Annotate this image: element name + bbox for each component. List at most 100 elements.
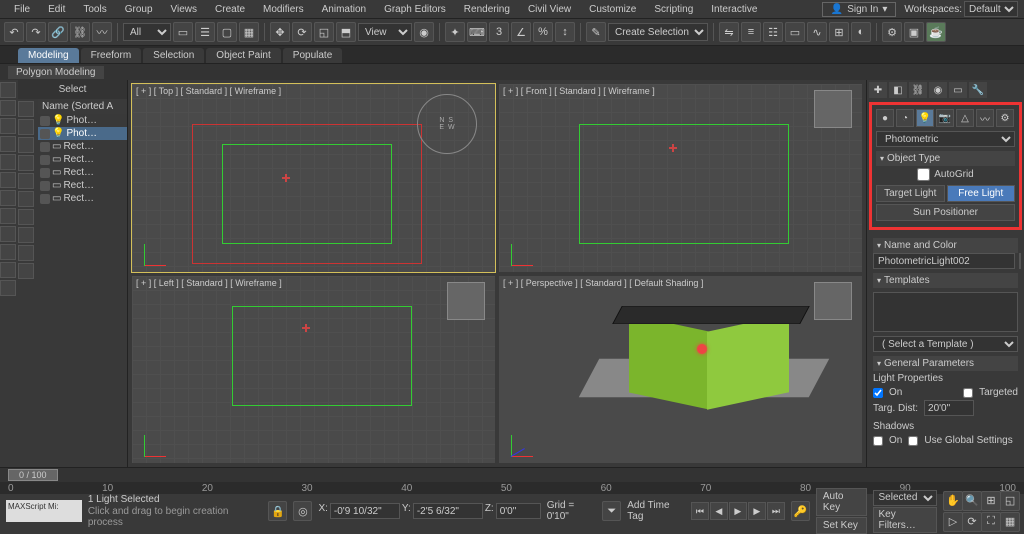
viewcube[interactable] [814, 90, 852, 128]
left-tool-8[interactable] [0, 208, 16, 224]
left-tool-6[interactable] [0, 172, 16, 188]
menu-modifiers[interactable]: Modifiers [255, 2, 312, 17]
y-coord-field[interactable] [413, 503, 483, 519]
use-global-checkbox[interactable] [908, 436, 918, 446]
isolate-icon[interactable]: ◎ [293, 501, 312, 521]
orbit-button[interactable]: ⟳ [962, 512, 982, 532]
angle-snap-button[interactable]: ∠ [511, 22, 531, 42]
visibility-icon[interactable] [40, 142, 50, 152]
key-mode-icon[interactable]: 🔑 [791, 501, 810, 521]
template-dropdown[interactable]: ( Select a Template ) [873, 336, 1018, 352]
edit-selection-set-button[interactable]: ✎ [586, 22, 606, 42]
play-button[interactable]: ▶ [729, 502, 747, 520]
free-light-button[interactable]: Free Light [947, 185, 1016, 202]
sun-positioner-button[interactable]: Sun Positioner [876, 204, 1015, 221]
select-rotate-button[interactable]: ⟳ [292, 22, 312, 42]
z-coord-field[interactable] [496, 503, 541, 519]
templates-rollout[interactable]: Templates [873, 273, 1018, 288]
add-time-tag[interactable]: Add Time Tag [627, 500, 685, 522]
visibility-icon[interactable] [40, 116, 50, 126]
targeted-checkbox[interactable] [963, 388, 973, 398]
key-filters-button[interactable]: Key Filters… [873, 507, 937, 533]
lights-category-icon[interactable]: 💡 [916, 109, 934, 127]
filter-cameras-icon[interactable] [18, 155, 34, 171]
ribbon-panel-polygon-modeling[interactable]: Polygon Modeling [8, 66, 104, 79]
ribbon-tab-populate[interactable]: Populate [283, 48, 342, 63]
window-crossing-button[interactable]: ▦ [239, 22, 259, 42]
target-light-button[interactable]: Target Light [876, 185, 945, 202]
left-tool-11[interactable] [0, 262, 16, 278]
hierarchy-tab[interactable]: ⛓ [909, 82, 927, 98]
name-and-color-rollout[interactable]: Name and Color [873, 238, 1018, 253]
viewcube[interactable] [814, 282, 852, 320]
viewcube[interactable] [447, 282, 485, 320]
visibility-icon[interactable] [40, 194, 50, 204]
goto-end-button[interactable]: ⏭ [767, 502, 785, 520]
menu-customize[interactable]: Customize [581, 2, 644, 17]
left-tool-4[interactable] [0, 136, 16, 152]
left-tool-7[interactable] [0, 190, 16, 206]
maximize-viewport-button[interactable]: ⛶ [981, 512, 1001, 532]
menu-views[interactable]: Views [163, 2, 206, 17]
light-gizmo[interactable] [282, 174, 290, 182]
toggle-ribbon-button[interactable]: ▭ [785, 22, 805, 42]
scene-item[interactable]: ▭Rect… [38, 153, 127, 166]
display-tab[interactable]: ▭ [949, 82, 967, 98]
snap-toggle-button[interactable]: 3 [489, 22, 509, 42]
general-parameters-rollout[interactable]: General Parameters [873, 356, 1018, 371]
percent-snap-button[interactable]: % [533, 22, 553, 42]
left-tool-3[interactable] [0, 118, 16, 134]
light-gizmo[interactable] [302, 324, 310, 332]
scene-item[interactable]: ▭Rect… [38, 166, 127, 179]
time-slider[interactable]: 0 / 100 [0, 468, 1024, 482]
pan-view-button[interactable]: ✋ [943, 491, 963, 511]
shapes-category-icon[interactable]: ◔ [896, 109, 914, 127]
viewport-perspective[interactable]: [ + ] [ Perspective ] [ Standard ] [ Def… [499, 276, 862, 464]
set-key-button[interactable]: Set Key [816, 517, 868, 534]
motion-tab[interactable]: ◉ [929, 82, 947, 98]
spacewarps-category-icon[interactable]: 〰 [976, 109, 994, 127]
selection-filter-dropdown[interactable]: All [123, 23, 171, 41]
layers-button[interactable]: ☷ [763, 22, 783, 42]
viewport-label[interactable]: [ + ] [ Front ] [ Standard ] [ Wireframe… [503, 86, 655, 96]
mirror-button[interactable]: ⇋ [719, 22, 739, 42]
viewport-label[interactable]: [ + ] [ Perspective ] [ Standard ] [ Def… [503, 278, 703, 288]
rendered-frame-button[interactable]: ▣ [904, 22, 924, 42]
menu-edit[interactable]: Edit [40, 2, 73, 17]
pivot-center-button[interactable]: ◉ [414, 22, 434, 42]
viewport-front[interactable]: [ + ] [ Front ] [ Standard ] [ Wireframe… [499, 84, 862, 272]
menu-graph-editors[interactable]: Graph Editors [376, 2, 454, 17]
scene-item[interactable]: ▭Rect… [38, 140, 127, 153]
zoom-button[interactable]: 🔍 [962, 491, 982, 511]
menu-group[interactable]: Group [117, 2, 161, 17]
object-type-rollout[interactable]: Object Type [876, 151, 1015, 166]
viewcube[interactable]: N SE W [417, 94, 477, 154]
render-button[interactable]: ☕ [926, 22, 946, 42]
redo-button[interactable]: ↷ [26, 22, 46, 42]
time-ruler[interactable]: 0102030405060708090100 [0, 482, 1024, 494]
select-object-button[interactable]: ▭ [173, 22, 193, 42]
color-swatch[interactable] [1019, 253, 1021, 269]
filter-hidden-icon[interactable] [18, 245, 34, 261]
light-on-checkbox[interactable] [873, 388, 883, 398]
helpers-category-icon[interactable]: △ [956, 109, 974, 127]
auto-key-button[interactable]: Auto Key [816, 488, 868, 516]
scene-item[interactable]: 💡Phot… [38, 127, 127, 140]
workspace-dropdown[interactable]: Default [964, 1, 1018, 17]
geometry-category-icon[interactable]: ● [876, 109, 894, 127]
left-tool-10[interactable] [0, 244, 16, 260]
viewport-label[interactable]: [ + ] [ Top ] [ Standard ] [ Wireframe ] [136, 86, 281, 96]
filter-frozen-icon[interactable] [18, 263, 34, 279]
time-slider-thumb[interactable]: 0 / 100 [8, 469, 58, 481]
scene-item[interactable]: ▭Rect… [38, 192, 127, 205]
undo-button[interactable]: ↶ [4, 22, 24, 42]
align-button[interactable]: ≡ [741, 22, 761, 42]
select-place-button[interactable]: ⬒ [336, 22, 356, 42]
filter-spacewarps-icon[interactable] [18, 191, 34, 207]
left-tool-9[interactable] [0, 226, 16, 242]
walk-through-button[interactable]: ▦ [1000, 512, 1020, 532]
menu-create[interactable]: Create [207, 2, 253, 17]
schematic-view-button[interactable]: ⊞ [829, 22, 849, 42]
goto-start-button[interactable]: ⏮ [691, 502, 709, 520]
ribbon-tab-selection[interactable]: Selection [143, 48, 204, 63]
